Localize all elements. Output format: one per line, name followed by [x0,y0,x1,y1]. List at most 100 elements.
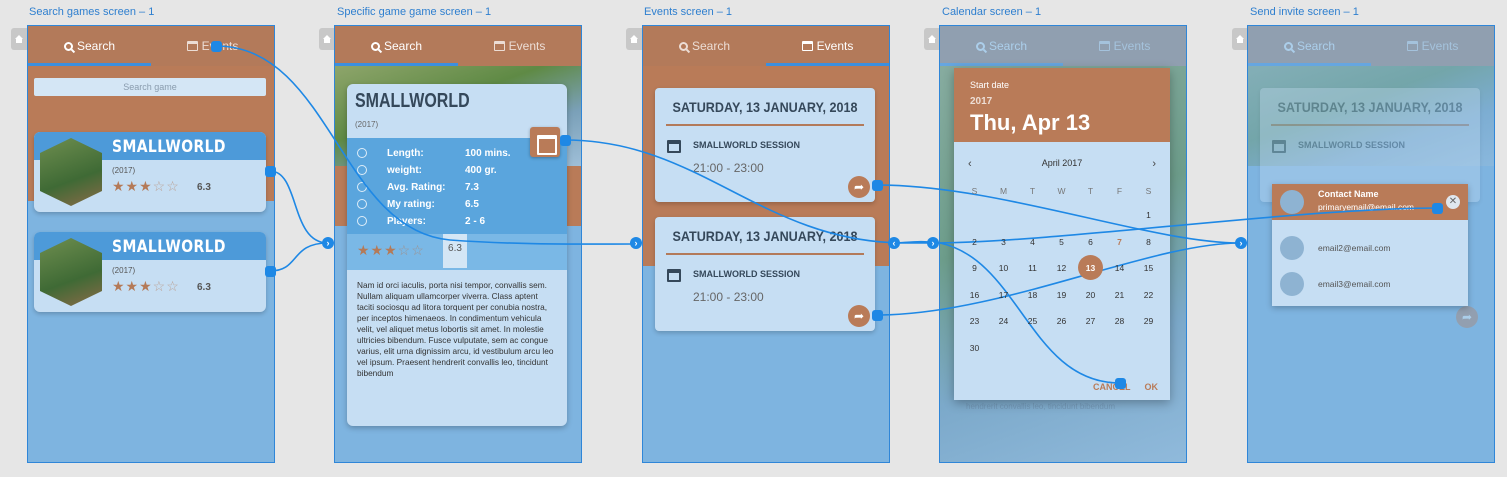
tab-search[interactable]: Search [28,26,151,66]
calendar-day[interactable]: 3 [989,229,1018,256]
wire-handle[interactable] [560,135,571,146]
contact-row[interactable]: Contact Name primaryemail@email.com ✕ [1272,184,1468,220]
calendar-day[interactable]: 8 [1134,229,1163,256]
calendar-day[interactable]: 16 [960,282,989,309]
contact-row[interactable]: email2@email.com [1272,230,1468,266]
calendar-day[interactable]: 19 [1047,282,1076,309]
calendar-day[interactable]: 5 [1047,229,1076,256]
home-icon[interactable] [924,28,940,50]
search-games-artboard: Search Events Search game SMALLWORLD (20… [27,25,275,463]
weekday-label: T [1087,186,1094,196]
calendar-day[interactable]: 12 [1047,255,1076,282]
calendar-day[interactable]: 2 [960,229,989,256]
event-date: SATURDAY, 13 JANUARY, 2018 [666,88,864,126]
add-event-calendar-button[interactable] [530,127,560,157]
ok-button[interactable]: OK [1145,382,1159,392]
weekday-label: F [1116,186,1123,196]
search-input[interactable]: Search game [34,78,266,96]
calendar-day[interactable]: 20 [1076,282,1105,309]
home-icon[interactable] [626,28,642,50]
date-picker-year[interactable]: 2017 [970,96,992,107]
tab-events-label: Events [1113,39,1151,53]
calendar-day[interactable]: 30 [960,335,989,362]
tab-search-label: Search [691,39,731,53]
wire-target-arrow: › [1235,237,1247,249]
game-card[interactable]: SMALLWORLD (2017) ★★★☆☆ 6.3 [34,132,266,212]
chevron-right-icon[interactable]: › [1152,158,1156,170]
send-invite-artboard: Search Events SATURDAY, 13 JANUARY, 2018… [1247,25,1495,463]
wire-handle[interactable] [265,266,276,277]
date-picker-label: Start date [970,80,1010,90]
calendar-empty-cell [960,202,989,229]
tab-bar: Search Events [940,26,1186,66]
contact-email: email3@email.com [1318,279,1391,289]
calendar-day[interactable]: 25 [1018,308,1047,335]
game-name: SMALLWORLD [112,137,226,157]
calendar-day[interactable]: 23 [960,308,989,335]
calendar-day[interactable]: 24 [989,308,1018,335]
calendar-day[interactable]: 21 [1105,282,1134,309]
calendar-day[interactable]: 13 [1076,255,1105,282]
tab-search-label: Search [1296,39,1336,53]
wire-handle[interactable] [1115,378,1126,389]
calendar-day[interactable]: 7 [1105,229,1134,256]
wire-handle[interactable] [872,180,883,191]
contact-email: primaryemail@email.com [1318,202,1415,212]
home-icon[interactable] [319,28,335,50]
wire-handle[interactable] [872,310,883,321]
calendar-artboard: Search Events hendrerit convallis leo, t… [939,25,1187,463]
share-button[interactable]: ➦ [848,176,870,198]
calendar-day[interactable]: 6 [1076,229,1105,256]
calendar-day[interactable]: 17 [989,282,1018,309]
calendar-empty-cell [1076,202,1105,229]
calendar-day[interactable]: 22 [1134,282,1163,309]
calendar-day[interactable]: 14 [1105,255,1134,282]
game-card[interactable]: SMALLWORLD (2017) ★★★☆☆ 6.3 [34,232,266,312]
calendar-day[interactable]: 10 [989,255,1018,282]
home-icon[interactable] [1232,28,1248,50]
contact-row[interactable]: email3@email.com [1272,266,1468,302]
game-title: SMALLWORLD [355,90,470,112]
event-time: 21:00 - 23:00 [693,161,764,175]
wire-target-arrow: › [322,237,334,249]
wire-target-arrow: › [927,237,939,249]
chevron-left-icon[interactable]: ‹ [968,158,972,170]
wire-handle[interactable] [1432,203,1443,214]
month-label: April 2017 [1041,158,1083,168]
calendar-day[interactable]: 11 [1018,255,1047,282]
calendar-day[interactable]: 18 [1018,282,1047,309]
background-text: hendrerit convallis leo, tincidunt biben… [966,402,1115,411]
artboard-title-invite: Send invite screen – 1 [1250,6,1359,18]
wire-handle[interactable] [211,41,222,52]
star-rating[interactable]: ★★★☆☆ [357,242,425,259]
weekday-label: M [999,186,1008,196]
calendar-day[interactable]: 4 [1018,229,1047,256]
calendar-day[interactable]: 26 [1047,308,1076,335]
event-date: SATURDAY, 13 JANUARY, 2018 [666,217,864,255]
calendar-day[interactable]: 1 [1134,202,1163,229]
clock-icon [357,148,367,158]
event-date: SATURDAY, 13 JANUARY, 2018 [1271,88,1469,126]
wire-handle[interactable] [265,166,276,177]
event-card[interactable]: SATURDAY, 13 JANUARY, 2018 SMALLWORLD SE… [655,88,875,202]
rating-strip: ★★★☆☆ 6.3 [347,234,567,270]
tab-events[interactable]: Events [458,26,581,66]
contact-email: email2@email.com [1318,243,1391,253]
tab-events[interactable]: Events [766,26,889,66]
calendar-event-icon [667,140,681,153]
tab-search[interactable]: Search [643,26,766,66]
calendar-day[interactable]: 9 [960,255,989,282]
game-name: SMALLWORLD [112,237,226,257]
star-rating: ★★★☆☆ [112,178,180,194]
calendar-day[interactable]: 27 [1076,308,1105,335]
share-button[interactable]: ➦ [848,305,870,327]
calendar-day[interactable]: 29 [1134,308,1163,335]
home-icon[interactable] [11,28,27,50]
event-card[interactable]: SATURDAY, 13 JANUARY, 2018 SMALLWORLD SE… [655,217,875,331]
stat-length: Length: 100 mins. [357,148,511,159]
search-icon [678,41,688,51]
calendar-day[interactable]: 28 [1105,308,1134,335]
close-icon[interactable]: ✕ [1446,195,1460,209]
calendar-day[interactable]: 15 [1134,255,1163,282]
tab-search[interactable]: Search [335,26,458,66]
